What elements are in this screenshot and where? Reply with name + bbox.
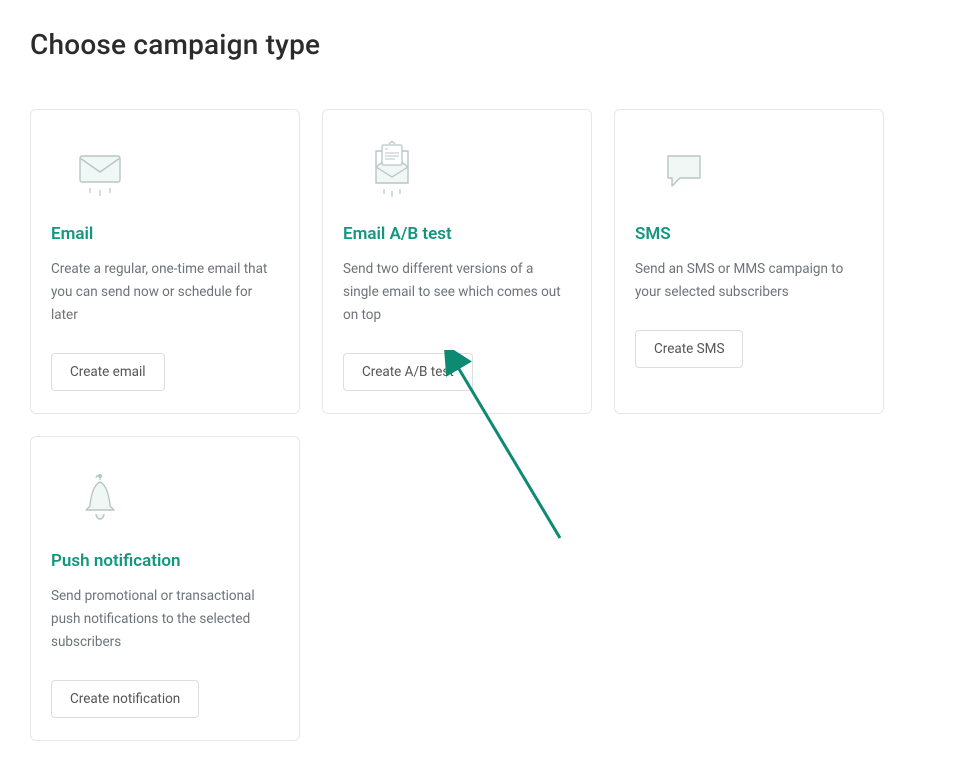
create-email-button[interactable]: Create email: [51, 353, 165, 391]
card-email-description: Create a regular, one-time email that yo…: [51, 258, 279, 327]
sms-icon: [649, 132, 719, 212]
card-abtest: Email A/B test Send two different versio…: [322, 109, 592, 414]
create-notification-button[interactable]: Create notification: [51, 680, 199, 718]
card-sms-title: SMS: [635, 224, 671, 244]
abtest-icon: [357, 132, 427, 212]
card-sms: SMS Send an SMS or MMS campaign to your …: [614, 109, 884, 414]
page-title: Choose campaign type: [30, 28, 925, 61]
card-push-description: Send promotional or transactional push n…: [51, 585, 279, 654]
card-push: Push notification Send promotional or tr…: [30, 436, 300, 741]
card-email-title: Email: [51, 224, 93, 244]
email-icon: [65, 132, 135, 212]
card-sms-description: Send an SMS or MMS campaign to your sele…: [635, 258, 863, 304]
campaign-type-grid: Email Create a regular, one-time email t…: [30, 109, 925, 741]
create-abtest-button[interactable]: Create A/B test: [343, 353, 473, 391]
card-email: Email Create a regular, one-time email t…: [30, 109, 300, 414]
card-abtest-title: Email A/B test: [343, 224, 452, 244]
card-push-title: Push notification: [51, 551, 180, 571]
card-abtest-description: Send two different versions of a single …: [343, 258, 571, 327]
create-sms-button[interactable]: Create SMS: [635, 330, 743, 368]
bell-icon: [65, 459, 135, 539]
